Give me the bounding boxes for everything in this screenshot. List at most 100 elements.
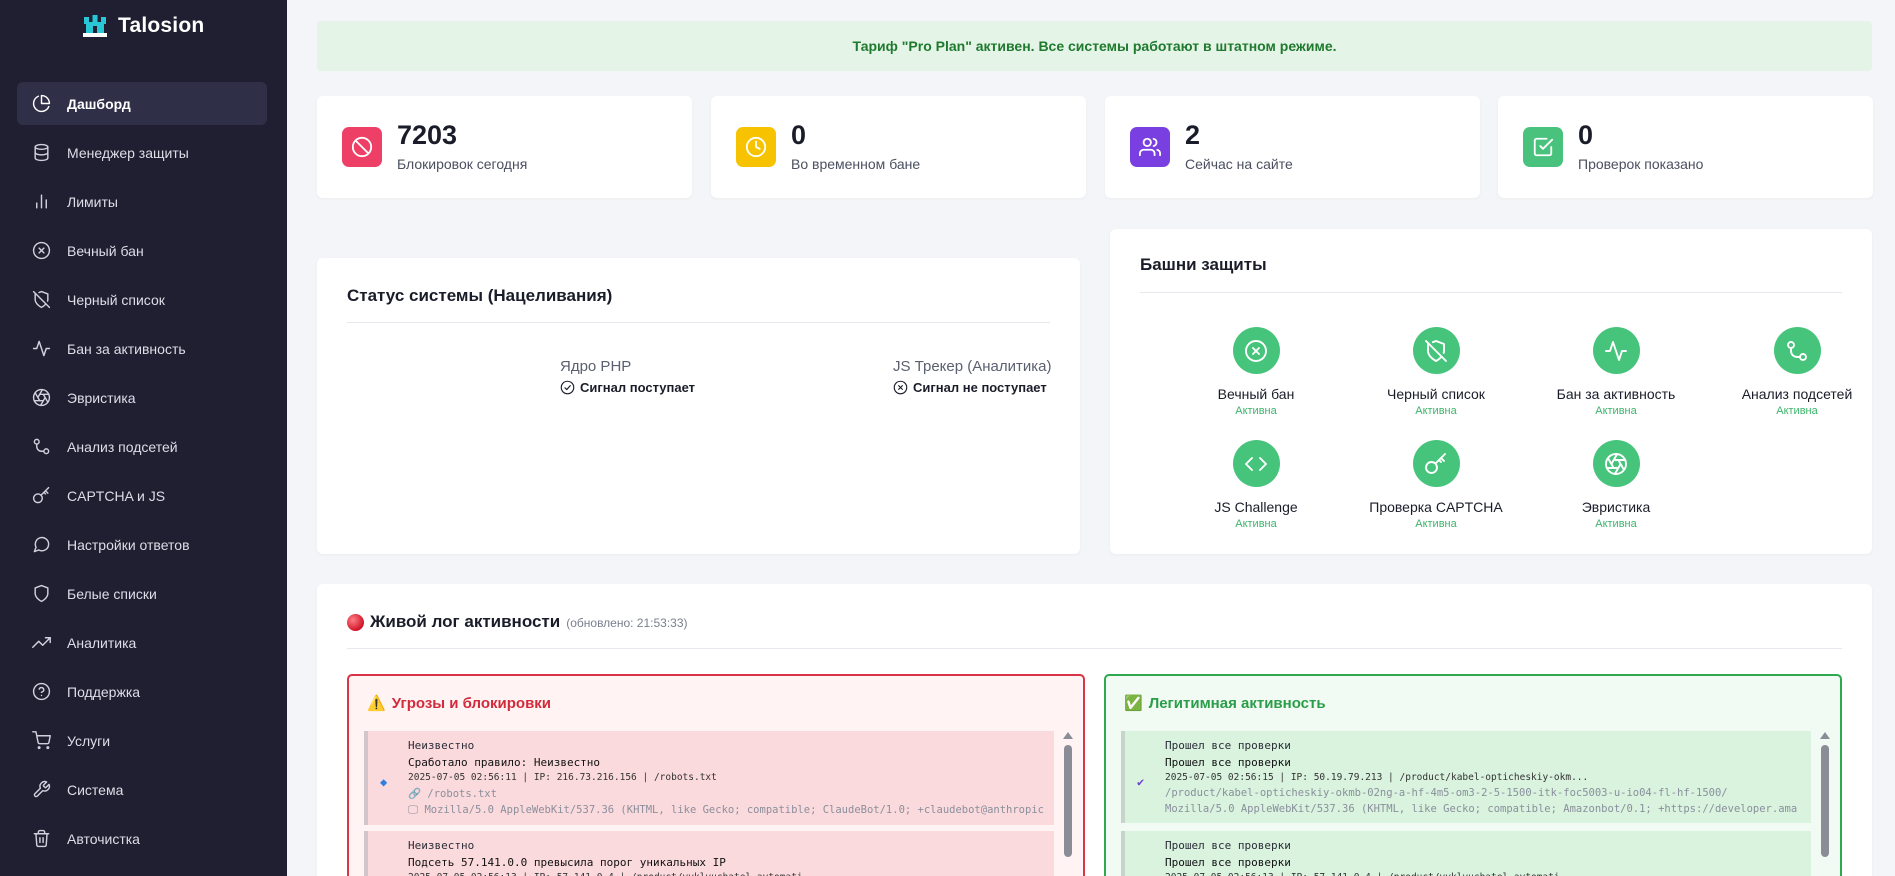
brand[interactable]: Talosion: [80, 13, 204, 39]
wrench-icon: [32, 780, 51, 799]
tower-state: Активна: [1235, 405, 1277, 417]
entry-meta: 2025-07-05 02:56:13 | IP: 57.141.0.4 | /…: [408, 872, 1044, 876]
scroll-thumb[interactable]: [1064, 745, 1072, 857]
block-icon: [342, 127, 382, 167]
sidebar: Talosion Дашборд Менеджер защиты Лимиты Веч…: [0, 0, 287, 876]
entry-user-agent: 🖵 Mozilla/5.0 AppleWebKit/537.36 (KHTML,…: [408, 804, 1044, 816]
defense-towers-title: Башни защиты: [1140, 255, 1267, 274]
entry-meta: 2025-07-05 02:56:11 | IP: 216.73.216.156…: [408, 772, 717, 783]
stat-card: 2 Сейчас на сайте: [1105, 96, 1480, 198]
stat-card: 0 Во временном бане: [711, 96, 1086, 198]
tower-item[interactable]: Эвристика Активна: [1526, 440, 1706, 530]
tower-state: Активна: [1595, 518, 1637, 530]
sidebar-item[interactable]: Авточистка: [17, 817, 267, 860]
entry-reason: Прошел все проверки: [1165, 756, 1291, 769]
x-circle-icon: [32, 241, 51, 260]
users-icon: [1139, 137, 1161, 157]
entry-type: Неизвестно: [408, 739, 475, 752]
castle-logo-icon: [83, 15, 107, 37]
stat-label: Сейчас на сайте: [1185, 156, 1293, 172]
x-circle-icon: [893, 380, 908, 395]
sidebar-item[interactable]: Аналитика: [17, 621, 267, 664]
tower-item[interactable]: Проверка CAPTCHA Активна: [1346, 440, 1526, 530]
live-indicator-icon: [347, 613, 364, 631]
log-entry[interactable]: ◆ Неизвестно Сработало правило: Неизвестно…: [364, 731, 1054, 825]
sidebar-item[interactable]: Черный список: [17, 278, 267, 321]
sidebar-item[interactable]: Поддержка: [17, 670, 267, 713]
sidebar-item-label: Поддержка: [67, 683, 141, 700]
signal-js-tracker: JS Трекер (Аналитика) Сигнал не поступае…: [893, 358, 1052, 395]
trash-icon: [33, 829, 50, 848]
git-branch-icon: [1773, 327, 1821, 374]
sidebar-item-label: Бан за активность: [67, 340, 186, 357]
log-entry[interactable]: ✔Прошел все проверкиПрошел все проверки2…: [1121, 831, 1811, 876]
sidebar-item[interactable]: Система: [17, 768, 267, 811]
sidebar-item-label: Анализ подсетей: [67, 438, 178, 455]
pie-chart-icon: [32, 94, 51, 113]
sidebar-item-label: Настройки ответов: [67, 536, 190, 553]
sidebar-item-label: Черный список: [67, 291, 165, 308]
scroll-up-icon[interactable]: [1063, 732, 1073, 739]
log-entry[interactable]: ✔Прошел все проверкиПрошел все проверки2…: [1121, 731, 1811, 823]
tower-item[interactable]: Вечный бан Активна: [1166, 327, 1346, 417]
tower-state: Активна: [1235, 518, 1277, 530]
sidebar-item[interactable]: Вечный бан: [17, 229, 267, 272]
sidebar-item[interactable]: Эвристика: [17, 376, 267, 419]
sidebar-item[interactable]: CAPTCHA и JS: [17, 474, 267, 517]
threats-scrollbar[interactable]: [1063, 732, 1073, 876]
stat-label: Проверок показано: [1578, 156, 1704, 172]
activity-icon: [32, 340, 51, 357]
block-icon: [351, 136, 373, 158]
stat-card: 7203 Блокировок сегодня: [317, 96, 692, 198]
log-entry[interactable]: ◆НеизвестноПодсеть 57.141.0.0 превысила …: [364, 831, 1054, 876]
sidebar-item[interactable]: Услуги: [17, 719, 267, 762]
sidebar-item-label: Система: [67, 781, 124, 798]
sidebar-item-label: Менеджер защиты: [67, 144, 189, 161]
entry-type: Неизвестно: [408, 839, 475, 852]
check-square-icon: [1523, 127, 1563, 167]
threats-panel-title: ⚠️ Угрозы и блокировки: [367, 694, 552, 713]
tower-name: Проверка CAPTCHA: [1369, 499, 1503, 515]
tower-name: Бан за активность: [1556, 386, 1676, 402]
legit-scrollbar[interactable]: [1820, 732, 1830, 876]
tower-item[interactable]: Бан за активность Активна: [1526, 327, 1706, 417]
shield-off-icon: [1425, 339, 1447, 362]
scroll-up-icon[interactable]: [1820, 732, 1830, 739]
threats-panel: ⚠️ Угрозы и блокировки ◆ Неизвестно Сработ…: [347, 674, 1085, 876]
sidebar-item[interactable]: Анализ подсетей: [17, 425, 267, 468]
sidebar-item[interactable]: Лимиты: [17, 180, 267, 223]
shield-icon: [32, 584, 51, 603]
tower-name: Анализ подсетей: [1741, 386, 1853, 402]
database-icon: [34, 143, 49, 162]
sidebar-item[interactable]: Дашборд: [17, 82, 267, 125]
signal-name: JS Трекер (Аналитика): [893, 358, 1052, 375]
entry-meta: 2025-07-05 02:56:15 | IP: 50.19.79.213 |…: [1165, 772, 1589, 783]
signal-php-core: Ядро PHP Сигнал поступает: [560, 358, 695, 395]
users-icon: [1130, 127, 1170, 167]
clock-icon: [736, 127, 776, 167]
tower-item[interactable]: Черный список Активна: [1346, 327, 1526, 417]
stat-value: 7203: [397, 120, 458, 150]
check-square-icon: [1533, 137, 1554, 157]
cart-icon: [32, 731, 51, 750]
sidebar-item[interactable]: Менеджер защиты: [17, 131, 267, 174]
signal-name: Ядро PHP: [560, 358, 632, 375]
sidebar-item-label: Дашборд: [67, 95, 131, 112]
cart-icon: [32, 731, 51, 750]
sidebar-item-label: Вечный бан: [67, 242, 144, 259]
git-branch-icon: [1787, 340, 1807, 361]
trending-up-icon: [32, 637, 51, 648]
entry-reason: Подсеть 57.141.0.0 превысила порог уника…: [408, 856, 726, 869]
shield-off-icon: [32, 290, 51, 309]
shield-icon: [34, 584, 49, 603]
sidebar-item[interactable]: Настройки ответов: [17, 523, 267, 566]
stat-value: 2: [1185, 120, 1201, 150]
database-icon: [32, 143, 51, 162]
legit-panel: ✅ Легитимная активность ✔ Прошел все пров…: [1104, 674, 1842, 876]
aperture-icon: [32, 388, 51, 407]
tower-item[interactable]: Анализ подсетей Активна: [1707, 327, 1887, 417]
sidebar-item[interactable]: Бан за активность: [17, 327, 267, 370]
sidebar-item[interactable]: Белые списки: [17, 572, 267, 615]
scroll-thumb[interactable]: [1821, 745, 1829, 857]
tower-item[interactable]: JS Challenge Активна: [1166, 440, 1346, 530]
